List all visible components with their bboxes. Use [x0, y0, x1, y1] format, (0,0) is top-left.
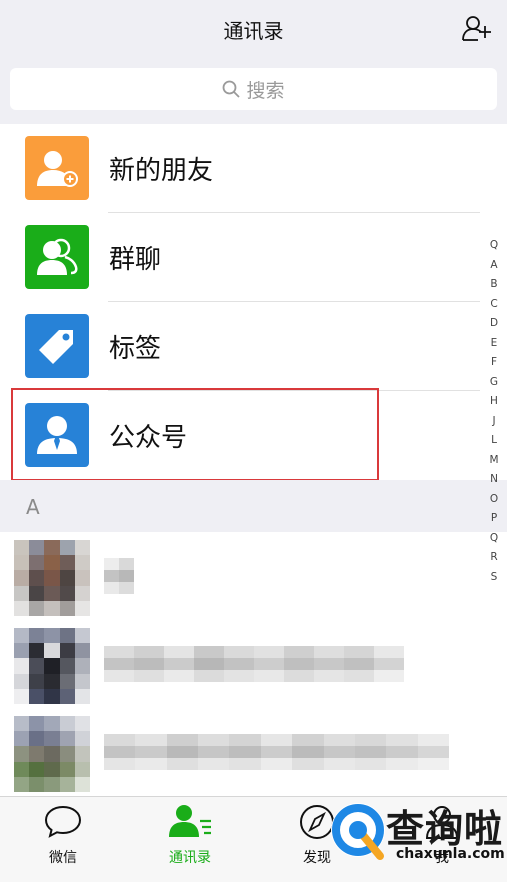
index-letter[interactable]: H: [490, 392, 498, 412]
index-letter[interactable]: A: [490, 256, 497, 276]
page-title: 通讯录: [223, 19, 284, 43]
avatar: [14, 628, 90, 704]
nav-header: 通讯录: [0, 0, 507, 56]
highlight-box: [11, 388, 379, 481]
index-letter[interactable]: F: [491, 353, 497, 373]
menu-item-label: 标签: [109, 334, 162, 364]
tab-label: 微信: [49, 850, 77, 866]
search-bar: 搜索: [0, 56, 507, 124]
contact-name: [104, 646, 404, 682]
add-contact-icon[interactable]: [461, 14, 491, 42]
index-letter[interactable]: J: [492, 412, 495, 432]
index-letter[interactable]: D: [490, 314, 498, 334]
menu-item-tags[interactable]: 标签: [0, 302, 480, 391]
index-letter[interactable]: B: [490, 275, 497, 295]
index-letter[interactable]: E: [491, 334, 498, 354]
contacts-list: [0, 532, 507, 792]
index-search-letter[interactable]: Q: [490, 236, 498, 256]
index-letter[interactable]: O: [490, 490, 498, 510]
avatar: [14, 716, 90, 792]
index-letter[interactable]: G: [490, 373, 498, 393]
alphabet-index[interactable]: Q A B C D E F G H J L M N O P Q R S: [487, 236, 501, 587]
menu-item-label: 群聊: [109, 245, 162, 275]
index-letter[interactable]: L: [491, 431, 497, 451]
new-friend-icon: [25, 136, 89, 200]
index-letter[interactable]: N: [490, 470, 498, 490]
section-letter: A: [26, 495, 40, 519]
index-letter[interactable]: M: [489, 451, 498, 471]
contact-name: [104, 558, 134, 594]
index-letter[interactable]: C: [490, 295, 497, 315]
watermark-url: chaxunla.com: [396, 846, 505, 862]
section-header-a: A: [0, 480, 507, 532]
tag-icon: [25, 314, 89, 378]
chat-icon: [44, 805, 82, 838]
index-letter[interactable]: Q: [490, 529, 498, 549]
menu-item-group-chats[interactable]: 群聊: [0, 213, 480, 302]
watermark-text: 查询啦: [386, 807, 504, 851]
search-placeholder: 搜索: [246, 79, 285, 102]
contacts-icon: [169, 805, 211, 837]
index-letter[interactable]: R: [490, 548, 497, 568]
contact-row[interactable]: [0, 708, 480, 796]
menu-item-label: 新的朋友: [109, 156, 214, 186]
avatar: [14, 540, 90, 616]
watermark-logo: 查询啦 chaxunla.com: [330, 796, 507, 882]
contact-row[interactable]: [0, 532, 480, 620]
tab-chats[interactable]: 微信: [23, 803, 103, 867]
watermark-q-icon: [331, 803, 385, 860]
search-input[interactable]: 搜索: [10, 68, 497, 110]
tab-label: 通讯录: [169, 850, 211, 866]
contact-name: [104, 734, 449, 770]
index-letter[interactable]: P: [491, 509, 497, 529]
group-chat-icon: [25, 225, 89, 289]
search-icon: [223, 80, 241, 98]
tab-contacts[interactable]: 通讯录: [150, 803, 230, 867]
index-letter[interactable]: S: [491, 568, 498, 588]
menu-item-new-friends[interactable]: 新的朋友: [0, 124, 480, 213]
contact-row[interactable]: [0, 620, 480, 708]
